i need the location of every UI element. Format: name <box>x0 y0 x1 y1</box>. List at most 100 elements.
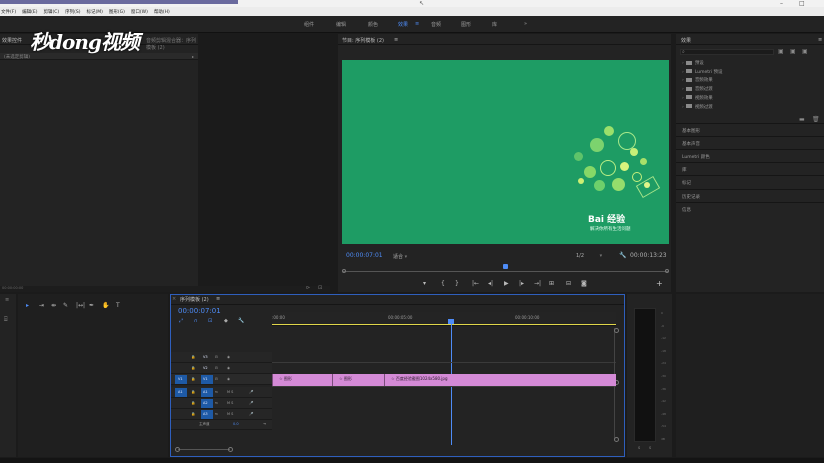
timeline-clip-1[interactable]: ☆ 图形 <box>332 374 384 386</box>
panel-tab-5[interactable]: 历史记录 <box>676 188 824 202</box>
fit-dropdown[interactable]: 适合 ▾ <box>393 253 407 260</box>
panel-tab-2[interactable]: Lumetri 颜色 <box>676 149 824 162</box>
eye-icon[interactable]: ◉ <box>227 377 230 381</box>
lock-icon[interactable]: 🔒 <box>191 366 195 370</box>
sidebar-icon[interactable]: ⌸ <box>4 316 8 324</box>
source-patch-V1[interactable]: V1 <box>175 375 187 384</box>
maximize-button[interactable]: □ <box>799 0 805 7</box>
mute-solo-buttons[interactable]: M S <box>227 412 233 416</box>
track-target-A2[interactable]: A2 <box>201 399 213 408</box>
master-volume[interactable]: 0.0 <box>233 422 239 426</box>
program-timecode[interactable]: 00:00:07:01 <box>346 252 383 259</box>
microphone-icon[interactable]: 🎤 <box>249 401 253 405</box>
lock-icon[interactable]: 🔒 <box>191 377 195 381</box>
timeline-clip-0[interactable]: ☆ 图形 <box>272 374 332 386</box>
panel-tab-3[interactable]: 库 <box>676 162 824 175</box>
microphone-icon[interactable]: 🎤 <box>249 412 253 416</box>
panel-tab-4[interactable]: 标记 <box>676 175 824 188</box>
tools-grip-icon[interactable]: ≡ <box>5 297 9 303</box>
workspace-tab-3[interactable]: 效果 <box>398 21 408 28</box>
effects-folder-2[interactable]: › 音频效果 <box>682 77 713 83</box>
lock-icon[interactable]: 🔒 <box>191 401 195 405</box>
tool-3[interactable]: ✎ <box>63 302 68 309</box>
timeline-clip-2[interactable]: ☆ 百度经验截图1024x580.jpg <box>384 374 616 386</box>
effects-title[interactable]: 效果 <box>681 37 691 44</box>
lock-icon[interactable]: 🔒 <box>191 390 195 394</box>
workspace-tab-7[interactable]: » <box>524 21 527 27</box>
menu-item-2[interactable]: 剪辑(C) <box>43 9 59 15</box>
track-target-A1[interactable]: A1 <box>201 388 213 397</box>
program-monitor-title[interactable]: 节目: 序列模板 (2) <box>342 37 384 44</box>
effects-folder-3[interactable]: › 音频过渡 <box>682 86 713 92</box>
tab-effect-controls[interactable]: 效果控件 <box>2 37 22 44</box>
transport-control-3[interactable]: |← <box>472 280 479 287</box>
scroll-arrow-icon[interactable]: ▸ <box>192 54 194 59</box>
expand-arrow-icon[interactable]: › <box>682 87 684 92</box>
panel-tab-0[interactable]: 基本图形 <box>676 123 824 136</box>
menu-icon[interactable]: ≡ <box>394 37 398 43</box>
mute-solo-buttons[interactable]: M S <box>227 401 233 405</box>
timeline-menu-icon[interactable]: ≡ <box>216 296 220 302</box>
accelerated-effects-icon[interactable]: ▣ <box>778 48 784 55</box>
work-area-bar[interactable] <box>272 324 616 325</box>
workspace-tab-4[interactable]: 音频 <box>431 21 441 28</box>
workspace-tab-6[interactable]: 库 <box>492 21 497 28</box>
expand-arrow-icon[interactable]: › <box>682 70 684 75</box>
menu-item-1[interactable]: 编辑(E) <box>22 9 37 15</box>
tool-7[interactable]: T <box>116 302 120 309</box>
transport-control-6[interactable]: |▸ <box>519 280 524 287</box>
panel-tab-6[interactable]: 信息 <box>676 201 824 215</box>
mute-solo-buttons[interactable]: M S <box>227 390 233 394</box>
tool-1[interactable]: ⇥ <box>39 302 44 309</box>
add-button[interactable]: + <box>656 279 663 288</box>
transport-control-0[interactable]: ▾ <box>423 280 426 287</box>
timeline-settings-icon[interactable]: 🔧 <box>238 318 244 324</box>
transport-control-4[interactable]: ◂| <box>488 280 493 287</box>
workspace-tab-1[interactable]: 编辑 <box>336 21 346 28</box>
effects-folder-0[interactable]: › 预设 <box>682 60 704 66</box>
effects-folder-1[interactable]: › Lumetri 预设 <box>682 69 723 75</box>
effects-menu-icon[interactable]: ≡ <box>818 37 822 43</box>
toggle-sync-icon[interactable]: ⊟ <box>215 355 218 359</box>
transport-control-1[interactable]: { <box>441 280 445 287</box>
track-target-V2[interactable]: V2 <box>201 364 213 373</box>
sync-lock-icon[interactable]: ⇋ <box>215 412 218 416</box>
expand-arrow-icon[interactable]: › <box>682 78 684 83</box>
expand-arrow-icon[interactable]: › <box>682 105 684 110</box>
workspace-tab-2[interactable]: 颜色 <box>368 21 378 28</box>
menu-item-0[interactable]: 文件(F) <box>1 9 16 15</box>
track-target-V1[interactable]: V1 <box>201 375 213 384</box>
program-scrub-bar[interactable] <box>343 271 668 272</box>
snap-icon[interactable]: ∩ <box>194 318 198 324</box>
timeline-timecode[interactable]: 00:00:07:01 <box>178 307 221 315</box>
scrub-start-handle[interactable] <box>342 269 346 273</box>
solo-left[interactable]: S <box>638 446 640 450</box>
nest-icon[interactable]: ⤢ <box>179 318 183 324</box>
transport-control-5[interactable]: ▶ <box>504 280 509 287</box>
lock-icon[interactable]: 🔒 <box>191 412 195 416</box>
add-marker-icon[interactable]: ◆ <box>224 318 228 324</box>
effects-folder-4[interactable]: › 视频效果 <box>682 95 713 101</box>
track-target-A3[interactable]: A3 <box>201 410 213 419</box>
menu-item-6[interactable]: 窗口(W) <box>131 9 148 15</box>
track-target-V3[interactable]: V3 <box>201 353 213 362</box>
settings-wrench-icon[interactable]: 🔧 <box>619 252 626 259</box>
tab-audio-mixer[interactable]: 音频剪辑混合器：序列模板 (2) <box>146 37 198 51</box>
eye-icon[interactable]: ◉ <box>227 355 230 359</box>
tool-0[interactable]: ▸ <box>26 302 29 309</box>
close-tab-icon[interactable]: × <box>172 296 176 302</box>
menu-item-3[interactable]: 序列(S) <box>65 9 80 15</box>
export-icon[interactable]: ⊡ <box>318 285 322 291</box>
menu-item-7[interactable]: 帮助(H) <box>154 9 170 15</box>
linked-selection-icon[interactable]: ⊡ <box>208 318 212 324</box>
transport-control-2[interactable]: } <box>455 280 459 287</box>
transport-control-8[interactable]: ⊞ <box>549 280 554 287</box>
new-bin-icon[interactable]: ▬ <box>799 116 805 123</box>
source-patch-A1[interactable]: A1 <box>175 388 187 397</box>
32bit-effects-icon[interactable]: ▣ <box>790 48 796 55</box>
sync-lock-icon[interactable]: ⇋ <box>215 401 218 405</box>
yuv-effects-icon[interactable]: ▣ <box>802 48 808 55</box>
menu-item-4[interactable]: 标记(M) <box>87 9 103 15</box>
transport-control-10[interactable]: ◙ <box>581 280 587 287</box>
tool-4[interactable]: |↔| <box>76 302 85 309</box>
